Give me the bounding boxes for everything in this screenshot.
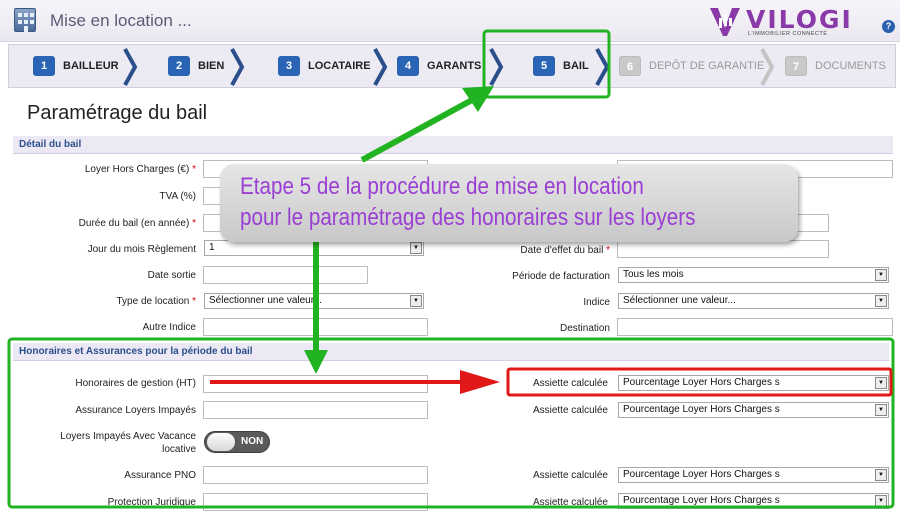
highlight-box-assiette — [506, 367, 893, 397]
green-arrowhead-down — [304, 350, 328, 374]
annotation-line-1: Etape 5 de la procédure de mise en locat… — [240, 173, 644, 200]
green-arrowhead-up — [462, 86, 494, 112]
red-arrowhead — [460, 370, 500, 394]
green-arrow-line — [360, 97, 474, 163]
highlight-box-step5 — [482, 29, 611, 99]
annotation-line-2: pour le paramétrage des honoraires sur l… — [240, 204, 696, 231]
annotation-overlay — [7, 29, 895, 509]
highlight-box-honoraires — [7, 337, 895, 509]
annotation-callout: Etape 5 de la procédure de mise en locat… — [220, 164, 798, 242]
